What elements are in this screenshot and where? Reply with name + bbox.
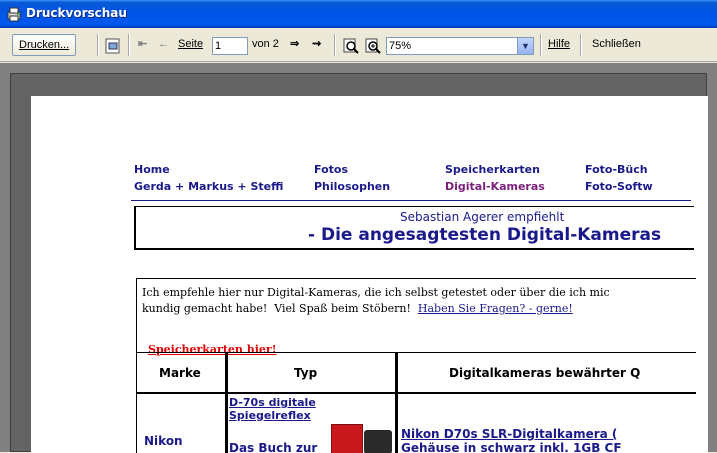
print-preview-window: Druckvorschau Drucken... ⇤ ← Seite 1 von…: [0, 0, 717, 453]
table-divider: [225, 352, 228, 453]
page-label: Seite: [178, 34, 203, 56]
close-button[interactable]: Schließen: [592, 34, 641, 56]
questions-link[interactable]: Haben Sie Fragen? - gerne!: [418, 302, 573, 315]
table-divider: [395, 352, 398, 453]
page-setup-icon[interactable]: [104, 37, 122, 55]
toolbar-separator: [97, 34, 99, 56]
table-cell-marke: Nikon: [144, 434, 183, 448]
first-page-icon[interactable]: ⇤: [138, 34, 147, 56]
typ-link-buch[interactable]: Das Buch zur: [229, 442, 317, 453]
memory-cards-link[interactable]: Speicherkarten hier!: [148, 343, 277, 356]
preview-frame: Home Fotos Speicherkarten Foto-Büch Gerd…: [10, 73, 708, 453]
toolbar-separator: [580, 34, 582, 56]
zoom-value: 75%: [389, 40, 412, 52]
zoom-in-icon[interactable]: [364, 37, 382, 55]
nav-divider: [131, 200, 691, 201]
header-subtitle: Sebastian Agerer empfiehlt: [400, 210, 565, 224]
camera-image[interactable]: [364, 430, 392, 453]
nav-foto-buecher[interactable]: Foto-Büch: [585, 163, 648, 176]
table-header-divider: [136, 392, 696, 394]
table-border-left: [136, 352, 137, 453]
nav-home[interactable]: Home: [134, 163, 170, 176]
page-count: von 2: [252, 38, 279, 50]
typ-link-d70s[interactable]: D-70s digitale Spiegelreflex: [229, 396, 339, 422]
table-header-desc: Digitalkameras bewährter Q: [449, 366, 641, 380]
title-bar[interactable]: Druckvorschau: [0, 0, 717, 28]
help-button-label: Hilfe: [548, 38, 571, 50]
toolbar-separator: [540, 34, 542, 56]
print-button[interactable]: Drucken...: [12, 34, 77, 56]
print-button-label: Drucken...: [19, 39, 70, 51]
intro-line-2: kundig gemacht habe! Viel Spaß beim Stöb…: [142, 301, 610, 317]
page-label-text: Seite: [178, 38, 204, 50]
product-link-line-1[interactable]: Nikon D70s SLR-Digitalkamera (: [401, 428, 617, 441]
nav-digital-kameras[interactable]: Digital-Kameras: [445, 180, 545, 193]
ie-printer-icon: [7, 7, 21, 22]
next-page-icon[interactable]: ⇒: [290, 34, 299, 56]
product-link-line-2[interactable]: Gehäuse in schwarz inkl. 1GB CF: [401, 442, 622, 453]
nav-fotos[interactable]: Fotos: [314, 163, 348, 176]
nav-gerda-markus-steffi[interactable]: Gerda + Markus + Steffi: [134, 180, 283, 193]
zoom-out-icon[interactable]: [342, 37, 360, 55]
nav-foto-software[interactable]: Foto-Softw: [585, 180, 653, 193]
book-cover-image[interactable]: [331, 424, 363, 453]
intro-text: Ich empfehle hier nur Digital-Kameras, d…: [142, 285, 610, 317]
nav-speicherkarten[interactable]: Speicherkarten: [445, 163, 540, 176]
zoom-select[interactable]: 75% ▼: [386, 37, 534, 55]
last-page-icon[interactable]: ⇝: [312, 34, 321, 56]
chevron-down-icon[interactable]: ▼: [517, 38, 533, 54]
toolbar-separator: [334, 34, 336, 56]
intro-line-1: Ich empfehle hier nur Digital-Kameras, d…: [142, 286, 610, 299]
window-title: Druckvorschau: [26, 6, 127, 20]
previous-page-icon[interactable]: ←: [158, 34, 169, 56]
intro-line-2-text: kundig gemacht habe! Viel Spaß beim Stöb…: [142, 302, 418, 315]
preview-area[interactable]: Home Fotos Speicherkarten Foto-Büch Gerd…: [0, 63, 717, 453]
close-button-label: Schließen: [592, 38, 641, 50]
toolbar-separator: [128, 34, 130, 56]
page-title: - Die angesagtesten Digital-Kameras: [308, 225, 662, 245]
header-box: Sebastian Agerer empfiehlt - Die angesag…: [134, 206, 694, 250]
toolbar: Drucken... ⇤ ← Seite 1 von 2 ⇒ ⇝ 75% ▼ H…: [0, 28, 717, 62]
table-header-marke: Marke: [159, 366, 201, 380]
table-border-top: [136, 352, 696, 353]
page-number-input[interactable]: 1: [212, 37, 248, 55]
preview-page: Home Fotos Speicherkarten Foto-Büch Gerd…: [31, 96, 708, 453]
nav-philosophen[interactable]: Philosophen: [314, 180, 390, 193]
table-header-typ: Typ: [294, 366, 318, 380]
help-button[interactable]: Hilfe: [548, 34, 570, 56]
